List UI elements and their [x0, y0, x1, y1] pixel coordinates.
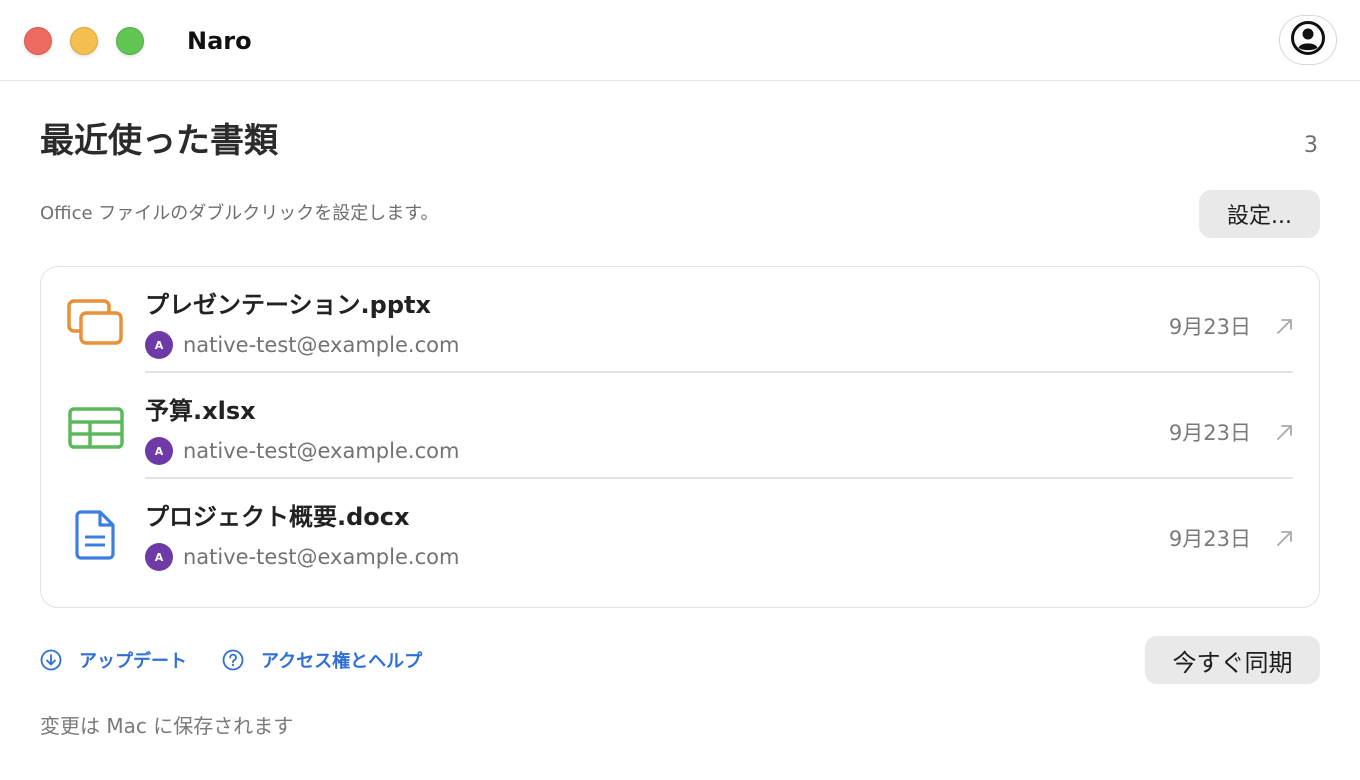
update-link-label: アップデート	[79, 651, 187, 672]
file-date: 9月23日	[1168, 421, 1251, 445]
avatar: A	[145, 437, 173, 465]
page-title: 最近使った書類	[40, 121, 278, 161]
update-link[interactable]: アップデート	[40, 648, 187, 672]
file-account: A native-test@example.com	[145, 543, 459, 571]
file-name: プロジェクト概要.docx	[145, 503, 410, 531]
page-subtitle: Office ファイルのダブルクリックを設定します。	[40, 203, 439, 224]
arrow-up-right-icon[interactable]	[1275, 528, 1295, 548]
file-date: 9月23日	[1168, 527, 1251, 551]
file-name: プレゼンテーション.pptx	[145, 291, 431, 319]
file-account: A native-test@example.com	[145, 331, 459, 359]
help-link[interactable]: アクセス権とヘルプ	[222, 648, 422, 672]
minimize-window-button[interactable]	[70, 27, 98, 55]
help-link-label: アクセス権とヘルプ	[261, 651, 423, 672]
arrow-up-right-icon[interactable]	[1275, 316, 1295, 336]
question-circle-icon	[222, 649, 244, 671]
arrow-up-right-icon[interactable]	[1275, 422, 1295, 442]
settings-button[interactable]: 設定...	[1199, 190, 1320, 238]
recent-files-list: プレゼンテーション.pptx A native-test@example.com…	[40, 266, 1320, 608]
account-email: native-test@example.com	[183, 545, 460, 569]
app-name: Naro	[187, 27, 252, 55]
user-circle-icon	[1290, 20, 1326, 60]
file-account: A native-test@example.com	[145, 437, 459, 465]
document-count: 3	[1304, 133, 1318, 158]
spreadsheet-icon	[66, 403, 126, 455]
maximize-window-button[interactable]	[116, 27, 144, 55]
avatar: A	[145, 543, 173, 571]
profile-button[interactable]	[1279, 15, 1337, 65]
title-bar: Naro	[0, 0, 1360, 81]
sync-now-button[interactable]: 今すぐ同期	[1145, 636, 1320, 684]
document-icon	[66, 509, 126, 561]
file-date: 9月23日	[1168, 315, 1251, 339]
presentation-icon	[66, 297, 126, 349]
file-row-xlsx[interactable]: 予算.xlsx A native-test@example.com 9月23日	[41, 373, 1319, 479]
avatar: A	[145, 331, 173, 359]
file-row-pptx[interactable]: プレゼンテーション.pptx A native-test@example.com…	[41, 267, 1319, 373]
file-row-docx[interactable]: プロジェクト概要.docx A native-test@example.com …	[41, 479, 1319, 585]
save-status-note: 変更は Mac に保存されます	[40, 714, 294, 738]
account-email: native-test@example.com	[183, 333, 460, 357]
download-circle-icon	[40, 649, 62, 671]
close-window-button[interactable]	[24, 27, 52, 55]
account-email: native-test@example.com	[183, 439, 460, 463]
file-name: 予算.xlsx	[145, 397, 256, 425]
